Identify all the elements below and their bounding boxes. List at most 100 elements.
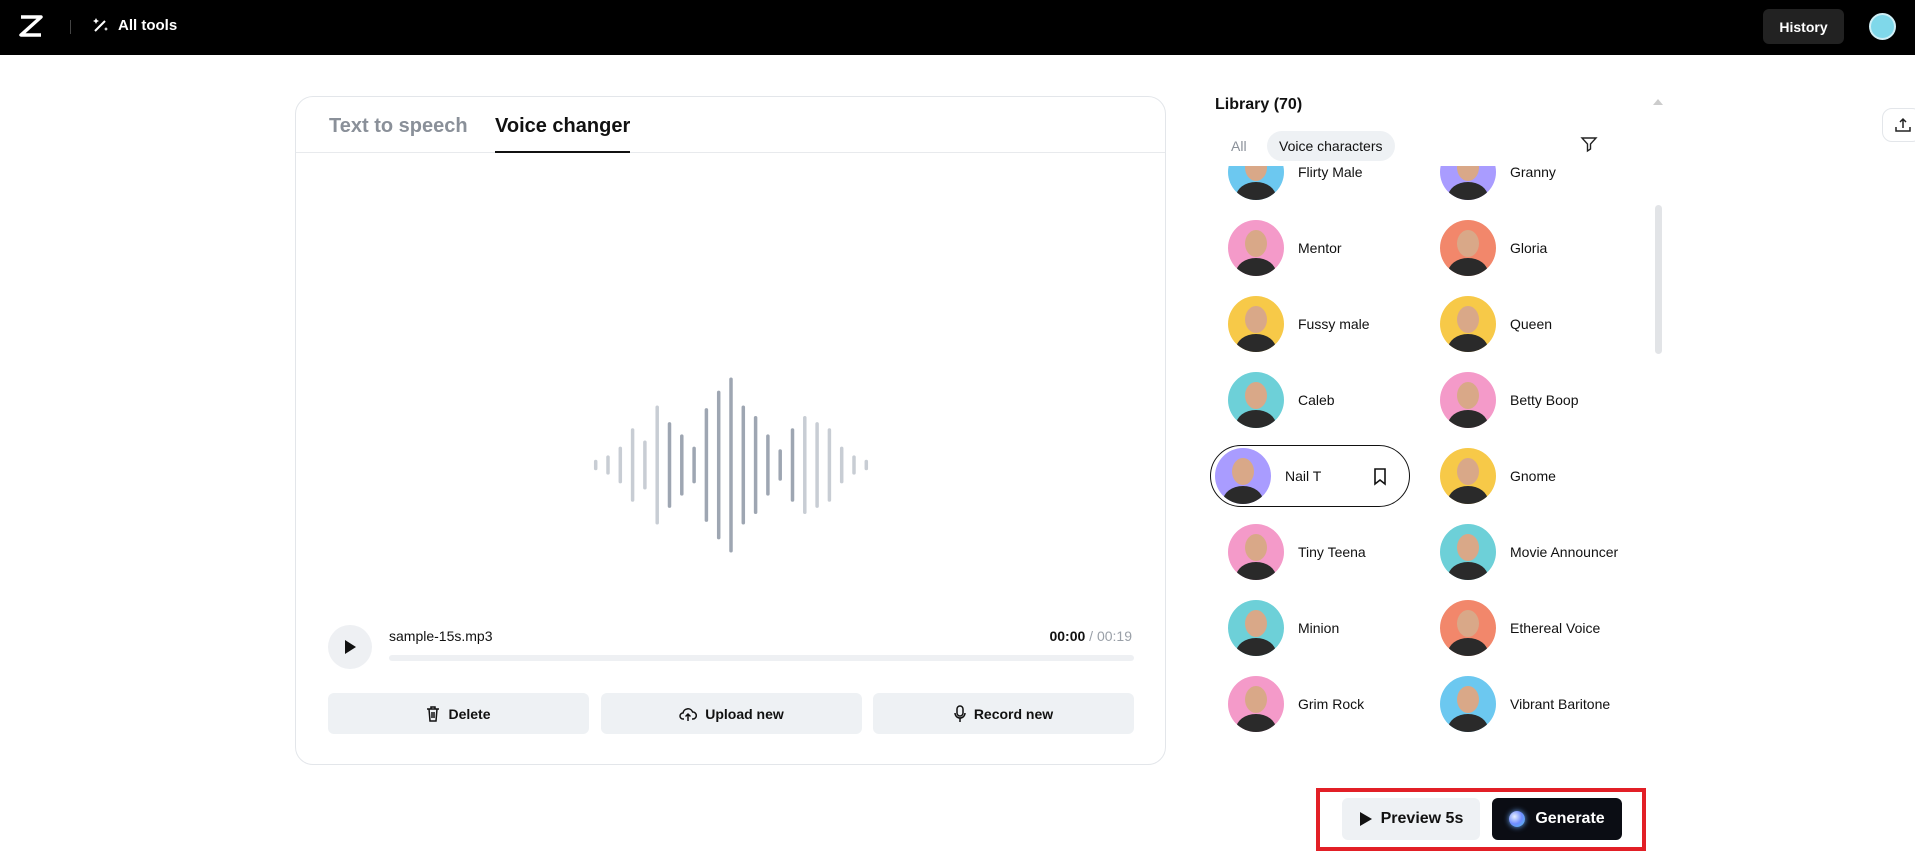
voice-item[interactable]: Tiny Teena bbox=[1213, 521, 1413, 583]
voice-item[interactable]: Minion bbox=[1213, 597, 1413, 659]
voice-avatar bbox=[1215, 448, 1271, 504]
waveform-bar bbox=[790, 428, 795, 502]
voice-name: Tiny Teena bbox=[1298, 544, 1366, 560]
filter-voice-characters[interactable]: Voice characters bbox=[1267, 131, 1395, 161]
voice-item[interactable]: Betty Boop bbox=[1425, 369, 1625, 431]
voice-item[interactable]: Vibrant Baritone bbox=[1425, 673, 1625, 735]
divider bbox=[70, 20, 71, 34]
voice-item[interactable]: Ethereal Voice bbox=[1425, 597, 1625, 659]
avatar-body bbox=[1448, 410, 1488, 428]
waveform-bar bbox=[630, 428, 635, 502]
voice-item[interactable]: Caleb bbox=[1213, 369, 1413, 431]
avatar-head bbox=[1245, 230, 1267, 257]
waveform-bar bbox=[618, 446, 623, 484]
avatar-body bbox=[1223, 486, 1263, 504]
bookmark-icon[interactable] bbox=[1373, 468, 1387, 486]
waveform-bar bbox=[655, 405, 659, 525]
current-time: 00:00 bbox=[1049, 628, 1086, 644]
user-avatar[interactable] bbox=[1869, 13, 1896, 40]
voice-name: Vibrant Baritone bbox=[1510, 696, 1611, 712]
waveform-bar bbox=[606, 455, 610, 475]
avatar-body bbox=[1236, 638, 1276, 656]
play-icon bbox=[1359, 812, 1372, 826]
history-button[interactable]: History bbox=[1763, 9, 1844, 44]
voice-item[interactable]: Gnome bbox=[1425, 445, 1625, 507]
avatar-body bbox=[1236, 410, 1276, 428]
voice-name: Betty Boop bbox=[1510, 392, 1579, 408]
generate-button[interactable]: Generate bbox=[1492, 798, 1622, 840]
trash-icon bbox=[427, 705, 440, 722]
avatar-head bbox=[1457, 230, 1479, 257]
filter-all[interactable]: All bbox=[1231, 131, 1247, 161]
voice-item[interactable]: Queen bbox=[1425, 293, 1625, 355]
avatar-head bbox=[1457, 458, 1479, 485]
avatar-head bbox=[1457, 306, 1479, 333]
voice-item[interactable]: Mentor bbox=[1213, 217, 1413, 279]
avatar-body bbox=[1236, 562, 1276, 580]
record-new-label: Record new bbox=[973, 705, 1054, 722]
voice-item[interactable]: Movie Announcer bbox=[1425, 521, 1625, 583]
avatar-head bbox=[1245, 534, 1267, 561]
capcut-logo-icon[interactable] bbox=[18, 14, 44, 38]
avatar-head bbox=[1245, 382, 1267, 409]
voice-item[interactable]: Fussy male bbox=[1213, 293, 1413, 355]
library-scrollbar[interactable] bbox=[1655, 205, 1662, 354]
microphone-icon bbox=[954, 704, 966, 722]
voice-avatar bbox=[1228, 166, 1284, 200]
side-upload-button[interactable] bbox=[1882, 108, 1915, 142]
waveform-bar bbox=[852, 455, 856, 475]
avatar-head bbox=[1457, 534, 1479, 561]
avatar-body bbox=[1236, 714, 1276, 732]
all-tools-link[interactable]: All tools bbox=[92, 16, 177, 34]
waveform-bar bbox=[839, 446, 844, 484]
upload-sparkle-icon bbox=[1895, 117, 1911, 132]
library-title: Library (70) bbox=[1215, 96, 1303, 113]
play-button[interactable] bbox=[328, 625, 372, 669]
avatar-body bbox=[1236, 258, 1276, 276]
voice-avatar bbox=[1440, 676, 1496, 732]
voice-avatar bbox=[1228, 676, 1284, 732]
voice-item[interactable]: Grim Rock bbox=[1213, 673, 1413, 735]
voice-avatar bbox=[1228, 220, 1284, 276]
voice-name: Nail T bbox=[1285, 468, 1322, 484]
waveform-bar bbox=[729, 377, 733, 553]
voice-name: Mentor bbox=[1298, 240, 1342, 256]
filter-icon[interactable] bbox=[1580, 135, 1598, 153]
magic-wand-icon bbox=[93, 18, 108, 32]
upload-new-button[interactable]: Upload new bbox=[601, 693, 862, 734]
voice-item[interactable]: Gloria bbox=[1425, 217, 1625, 279]
scroll-up-icon[interactable] bbox=[1653, 99, 1663, 105]
voice-item[interactable]: Flirty Male bbox=[1213, 166, 1413, 203]
preview-button[interactable]: Preview 5s bbox=[1342, 798, 1480, 840]
voice-name: Queen bbox=[1510, 316, 1553, 332]
voice-avatar bbox=[1228, 600, 1284, 656]
voice-name: Gnome bbox=[1510, 468, 1556, 484]
audio-waveform bbox=[593, 377, 869, 553]
voice-avatar bbox=[1440, 448, 1496, 504]
record-new-button[interactable]: Record new bbox=[873, 693, 1134, 734]
cloud-upload-icon bbox=[679, 707, 698, 721]
waveform-bar bbox=[643, 440, 647, 490]
playback-progress-bar[interactable] bbox=[389, 655, 1134, 661]
voice-avatar bbox=[1440, 220, 1496, 276]
voice-name: Ethereal Voice bbox=[1510, 620, 1601, 636]
voice-name: Caleb bbox=[1298, 392, 1335, 408]
voice-item[interactable]: Nail T bbox=[1210, 445, 1410, 507]
voice-library-list: Flirty Male Granny Mentor Gloria Fussy male Q… bbox=[1200, 166, 1640, 760]
all-tools-label: All tools bbox=[118, 16, 178, 34]
voice-avatar bbox=[1440, 166, 1496, 200]
generate-label: Generate bbox=[1535, 810, 1605, 827]
voice-item[interactable]: Granny bbox=[1425, 166, 1625, 203]
avatar-body bbox=[1448, 638, 1488, 656]
delete-button[interactable]: Delete bbox=[328, 693, 589, 734]
avatar-head bbox=[1245, 306, 1267, 333]
waveform-bar bbox=[778, 449, 782, 481]
avatar-body bbox=[1448, 714, 1488, 732]
voice-avatar bbox=[1440, 524, 1496, 580]
preview-label: Preview 5s bbox=[1380, 810, 1464, 827]
play-icon bbox=[345, 640, 356, 654]
file-name: sample-15s.mp3 bbox=[389, 628, 493, 644]
avatar-head bbox=[1245, 610, 1267, 637]
waveform-bar bbox=[692, 446, 696, 484]
avatar-head bbox=[1245, 166, 1267, 181]
